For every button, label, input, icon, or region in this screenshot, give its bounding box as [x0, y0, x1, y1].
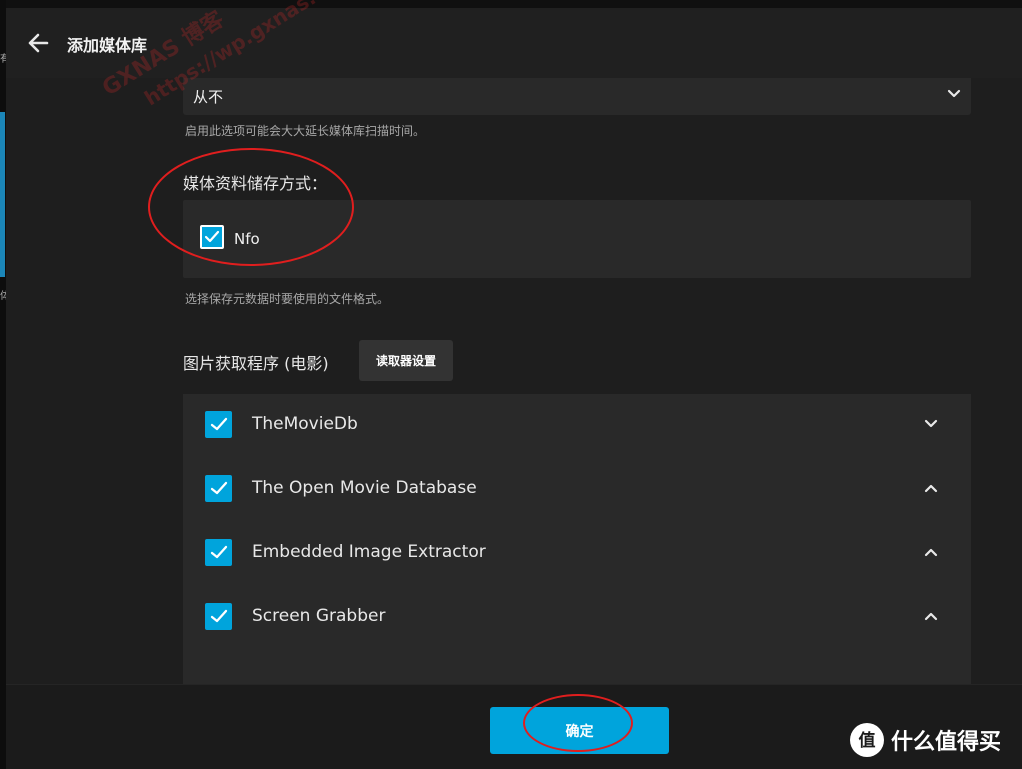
chevron-down-icon [947, 89, 961, 98]
fetcher-label: TheMovieDb [252, 414, 358, 434]
arrow-left-icon [28, 33, 49, 53]
image-fetchers-label: 图片获取程序 (电影) [183, 354, 329, 373]
fetcher-checkbox[interactable] [205, 539, 232, 566]
chevron-down-icon [924, 419, 938, 428]
nfo-checkbox[interactable] [200, 225, 224, 249]
move-down-button[interactable] [919, 414, 943, 434]
dialog-content[interactable]: 从不 启用此选项可能会大大延长媒体库扫描时间。 媒体资料储存方式： Nfo 选择… [6, 78, 1022, 684]
add-library-dialog: 添加媒体库 从不 启用此选项可能会大大延长媒体库扫描时间。 媒体资料储存方式： … [6, 8, 1022, 769]
fetcher-checkbox[interactable] [205, 603, 232, 630]
logo-text: 什么值得买 [891, 730, 1002, 755]
svg-text:值: 值 [859, 730, 876, 751]
dialog-title: 添加媒体库 [67, 36, 148, 55]
fetcher-label: Embedded Image Extractor [252, 542, 486, 562]
list-item: TheMovieDb [183, 394, 971, 458]
check-icon [210, 609, 227, 623]
metadata-refresh-help: 启用此选项可能会大大延长媒体库扫描时间。 [185, 124, 426, 138]
check-icon [210, 481, 227, 495]
background-card [0, 112, 5, 277]
fetcher-checkbox[interactable] [205, 411, 232, 438]
move-up-button[interactable] [919, 542, 943, 562]
logo-icon: 值 [850, 723, 884, 757]
list-item: Screen Grabber [183, 586, 971, 650]
logo-glyph-icon: 值 [859, 730, 876, 751]
back-button[interactable] [24, 30, 52, 56]
check-icon [210, 545, 227, 559]
fetcher-checkbox[interactable] [205, 475, 232, 502]
storage-method-help: 选择保存元数据时要使用的文件格式。 [185, 292, 390, 306]
chevron-up-icon [924, 548, 938, 557]
image-fetchers-list: TheMovieDb The Open Movie Database Embed [183, 394, 971, 684]
chevron-up-icon [924, 484, 938, 493]
select-value: 从不 [193, 88, 224, 106]
dialog-header: 添加媒体库 [6, 8, 1022, 78]
move-up-button[interactable] [919, 478, 943, 498]
move-up-button[interactable] [919, 606, 943, 626]
check-icon [204, 230, 220, 243]
list-item: Embedded Image Extractor [183, 522, 971, 586]
storage-options-panel: Nfo [183, 200, 971, 278]
list-item: The Open Movie Database [183, 458, 971, 522]
storage-method-label: 媒体资料储存方式： [183, 174, 328, 193]
fetcher-settings-button[interactable]: 读取器设置 [359, 340, 453, 381]
ok-button[interactable]: 确定 [490, 707, 669, 754]
check-icon [210, 417, 227, 431]
fetcher-label: The Open Movie Database [252, 478, 477, 498]
fetcher-label: Screen Grabber [252, 606, 386, 626]
chevron-up-icon [924, 612, 938, 621]
nfo-label[interactable]: Nfo [234, 230, 260, 248]
metadata-refresh-select[interactable]: 从不 [183, 78, 971, 115]
site-logo: 值 什么值得买 [850, 723, 1001, 757]
